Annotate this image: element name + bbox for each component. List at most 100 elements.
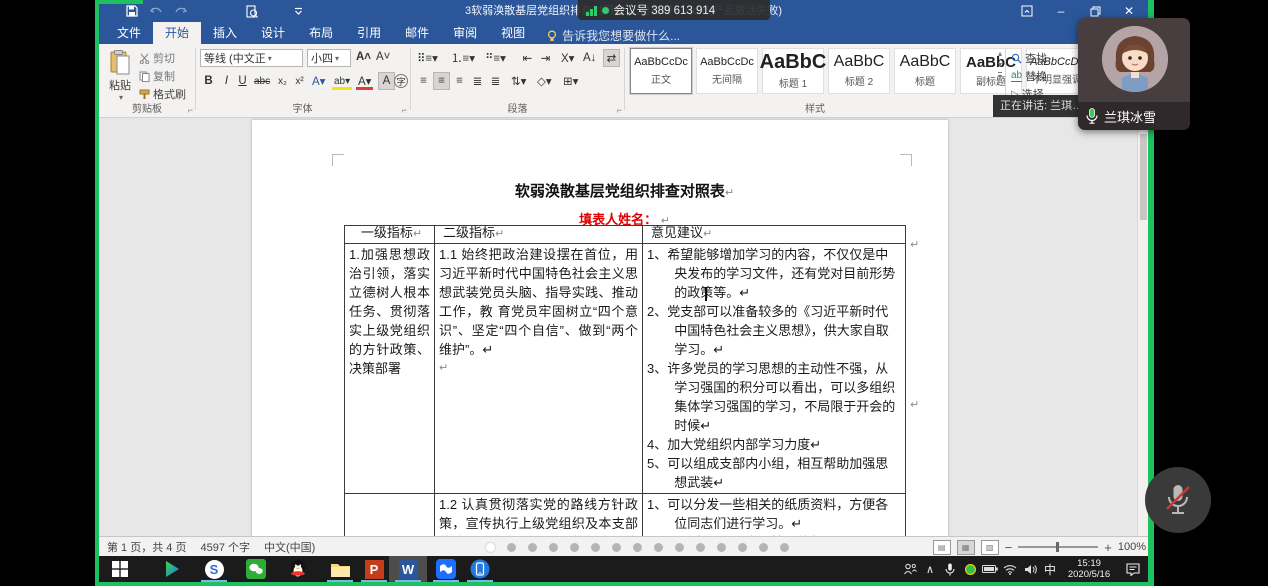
taskbar-file-explorer[interactable] <box>321 556 359 582</box>
styles-gallery-scroll[interactable]: ▴▾▾ <box>998 50 1002 81</box>
enclose-characters-button[interactable]: 字 <box>394 74 408 88</box>
paragraph-dialog-launcher-icon[interactable]: ⌐ <box>617 105 622 115</box>
style-normal[interactable]: AaBbCcDc正文 <box>630 48 692 94</box>
zoom-slider[interactable] <box>1018 546 1098 548</box>
tab-mailings[interactable]: 邮件 <box>393 22 441 44</box>
cut-button[interactable]: 剪切 <box>139 50 175 66</box>
taskbar-clock[interactable]: 15:19 2020/5/16 <box>1060 558 1118 580</box>
zoom-percent[interactable]: 100% <box>1118 541 1146 553</box>
style-heading2[interactable]: AaBbC标题 2 <box>828 48 890 94</box>
taskbar-sogou-browser[interactable]: S <box>195 556 233 582</box>
underline-button[interactable]: U <box>234 72 251 90</box>
character-shading-button[interactable]: A <box>378 72 395 90</box>
language-indicator[interactable]: 中文(中国) <box>264 539 315 555</box>
increase-indent-button[interactable]: ⇥ <box>537 49 554 67</box>
multilevel-list-button[interactable]: ⠛≡▾ <box>483 49 508 67</box>
strikethrough-button[interactable]: abc <box>252 72 272 90</box>
tab-layout[interactable]: 布局 <box>297 22 345 44</box>
asian-layout-button[interactable]: X▾ <box>559 49 576 67</box>
superscript-button[interactable]: x² <box>291 72 308 90</box>
cell-suggestions[interactable]: 1、希望能够增加学习的内容，不仅仅是中央发布的学习文件，还有党对目前形势的政策等… <box>643 244 906 494</box>
tray-expand-icon[interactable]: ∧ <box>920 556 940 582</box>
shrink-font-button[interactable]: A˅ <box>374 48 392 66</box>
wifi-icon[interactable] <box>1000 556 1020 582</box>
align-left-button[interactable]: ≡ <box>415 72 432 90</box>
meeting-id-badge[interactable]: 会议号 389 613 914 <box>578 0 770 20</box>
taskbar-powerpoint[interactable]: P <box>355 556 393 582</box>
cell-level2[interactable]: 1.2 认真贯彻落实党的路线方针政策，宣传执行上级党组织及本支部的决议，支部党员… <box>435 494 643 537</box>
highlight-color-button[interactable]: ab▾ <box>332 72 352 90</box>
font-color-button[interactable]: A▾ <box>356 72 373 90</box>
justify-button[interactable]: ≣ <box>469 72 486 90</box>
cell-suggestions[interactable]: 1、可以分发一些相关的纸质资料，方便各位同志们进行学习。↵ 2、加强学习强国学习… <box>643 494 906 537</box>
page-indicator[interactable]: 第 1 页，共 4 页 <box>107 539 186 555</box>
taskbar-word-active[interactable]: W <box>389 556 427 582</box>
taskbar-wechat[interactable] <box>237 556 275 582</box>
bold-button[interactable]: B <box>200 72 217 90</box>
tab-insert[interactable]: 插入 <box>201 22 249 44</box>
cell-level1[interactable]: 1.加强思想政治引领，落实立德树人根本任务、贯彻落实上级党组织的方针政策、决策部… <box>345 244 435 494</box>
tell-me-box[interactable]: 告诉我您想要做什么... <box>547 27 680 44</box>
taskbar-tencent-meeting[interactable] <box>427 556 465 582</box>
taskbar-qq[interactable] <box>279 556 317 582</box>
zoom-out-button[interactable]: − <box>1005 540 1013 555</box>
tab-references[interactable]: 引用 <box>345 22 393 44</box>
style-heading1[interactable]: AaBbC标题 1 <box>762 48 824 94</box>
participant-video-tile[interactable]: 兰琪冰雪 <box>1078 18 1190 130</box>
minimize-button[interactable]: – <box>1044 0 1078 22</box>
align-right-button[interactable]: ≡ <box>451 72 468 90</box>
clipboard-dialog-launcher-icon[interactable]: ⌐ <box>188 105 193 115</box>
text-effects-button[interactable]: A▾ <box>310 72 327 90</box>
paste-button[interactable]: 粘贴 ▾ <box>103 46 137 102</box>
undo-icon[interactable] <box>149 4 163 18</box>
cell-level1[interactable] <box>345 494 435 537</box>
zoom-slider-thumb[interactable] <box>1056 542 1059 552</box>
tray-mic-icon[interactable] <box>940 556 960 582</box>
subscript-button[interactable]: x₂ <box>274 72 291 90</box>
start-button[interactable] <box>101 556 139 582</box>
vertical-scrollbar[interactable]: ▲ <box>1137 118 1148 536</box>
tab-file[interactable]: 文件 <box>105 22 153 44</box>
word-count[interactable]: 4597 个字 <box>200 539 250 555</box>
font-name-combo[interactable]: 等线 (中文正▾ <box>200 49 303 67</box>
print-layout-button[interactable]: ▦ <box>957 540 975 555</box>
tab-view[interactable]: 视图 <box>489 22 537 44</box>
redo-icon[interactable] <box>173 4 187 18</box>
shading-button[interactable]: ◇▾ <box>535 72 554 90</box>
speaker-icon[interactable] <box>1020 556 1040 582</box>
taskbar-media-player[interactable] <box>153 556 191 582</box>
borders-button[interactable]: ⊞▾ <box>561 72 580 90</box>
sort-button[interactable]: A↓ <box>581 49 598 67</box>
decrease-indent-button[interactable]: ⇤ <box>519 49 536 67</box>
mic-muted-button[interactable] <box>1145 467 1211 533</box>
align-center-button[interactable]: ≡ <box>433 72 450 90</box>
document-page[interactable]: 软弱涣散基层党组织排查对照表↵ 填表人姓名： ↵ ↵ ↵ 一级指标↵ 二级指标↵… <box>252 120 948 536</box>
web-layout-button[interactable]: ▧ <box>981 540 999 555</box>
line-spacing-button[interactable]: ⇅▾ <box>509 72 528 90</box>
replace-button[interactable]: ab 替换 <box>1011 68 1047 84</box>
style-no-spacing[interactable]: AaBbCcDc无间隔 <box>696 48 758 94</box>
grow-font-button[interactable]: A˄ <box>354 48 373 66</box>
action-center-icon[interactable] <box>1118 556 1148 582</box>
tray-green-app-icon[interactable] <box>960 556 980 582</box>
ime-indicator[interactable]: 中 <box>1040 556 1060 582</box>
people-icon[interactable] <box>900 556 920 582</box>
font-size-combo[interactable]: 小四▾ <box>307 49 351 67</box>
numbering-button[interactable]: ⒈≡▾ <box>449 49 477 67</box>
zoom-in-button[interactable]: + <box>1104 540 1112 555</box>
find-button[interactable]: 查找 <box>1011 50 1047 66</box>
taskbar-phone-app[interactable] <box>461 556 499 582</box>
read-mode-button[interactable]: ▤ <box>933 540 951 555</box>
style-title[interactable]: AaBbC标题 <box>894 48 956 94</box>
show-hide-marks-button[interactable]: ⇄ <box>603 49 620 67</box>
italic-button[interactable]: I <box>218 72 235 90</box>
tab-home[interactable]: 开始 <box>153 22 201 44</box>
distribute-button[interactable]: ≣ <box>487 72 504 90</box>
bullets-button[interactable]: ⠿≡▾ <box>415 49 440 67</box>
font-dialog-launcher-icon[interactable]: ⌐ <box>402 105 407 115</box>
cell-level2[interactable]: 1.1 始终把政治建设摆在首位，用习近平新时代中国特色社会主义思想武装党员头脑、… <box>435 244 643 494</box>
tab-design[interactable]: 设计 <box>249 22 297 44</box>
scrollbar-thumb[interactable] <box>1140 134 1147 220</box>
battery-icon[interactable] <box>980 556 1000 582</box>
copy-button[interactable]: 复制 <box>139 68 175 84</box>
